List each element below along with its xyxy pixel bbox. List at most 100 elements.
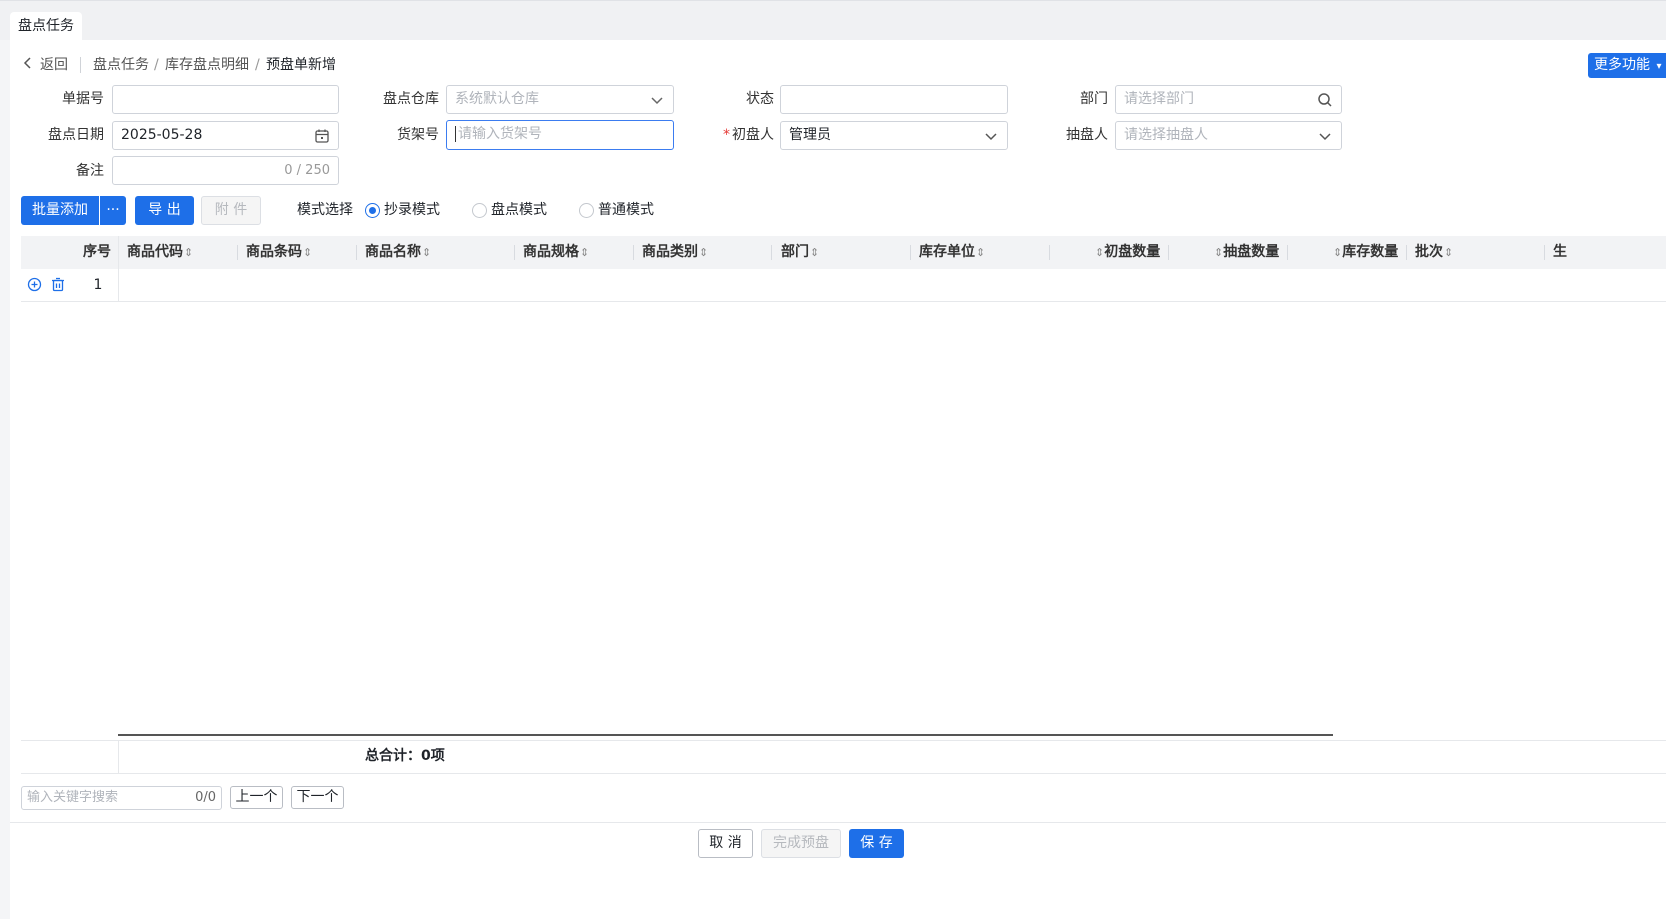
sort-icon[interactable]: ⇕ <box>976 246 985 259</box>
column-header-production[interactable]: 生 <box>1553 236 1567 269</box>
column-divider[interactable] <box>237 245 238 260</box>
status-label: 状态 <box>746 91 774 107</box>
radio-count-mode[interactable] <box>472 203 487 218</box>
warehouse-label: 盘点仓库 <box>383 91 439 107</box>
column-header-stock-unit[interactable]: 库存单位⇕ <box>919 236 985 269</box>
column-divider[interactable] <box>1049 245 1050 260</box>
chevron-left-icon[interactable] <box>22 55 34 71</box>
column-divider[interactable] <box>1168 245 1169 260</box>
radio-normal-mode[interactable] <box>579 203 594 218</box>
department-select[interactable]: 请选择部门 <box>1115 85 1342 114</box>
sort-icon[interactable]: ⇕ <box>1333 246 1342 259</box>
batch-add-more-button[interactable]: ··· <box>100 196 126 225</box>
tab-bar <box>0 0 1666 40</box>
column-header-spot-qty[interactable]: ⇕抽盘数量 <box>1213 236 1279 269</box>
column-header-category[interactable]: 商品类别⇕ <box>642 236 708 269</box>
column-header-first-qty[interactable]: ⇕初盘数量 <box>1094 236 1160 269</box>
column-header-spot-qty-label: 抽盘数量 <box>1223 244 1280 260</box>
column-header-department[interactable]: 部门⇕ <box>781 236 819 269</box>
column-header-barcode[interactable]: 商品条码⇕ <box>246 236 312 269</box>
column-divider[interactable] <box>633 245 634 260</box>
remark-counter: 0 / 250 <box>284 163 330 178</box>
column-divider <box>118 236 119 302</box>
keyword-search-input[interactable]: 输入关键字搜索 0/0 <box>21 786 222 810</box>
warehouse-placeholder: 系统默认仓库 <box>455 91 539 107</box>
column-header-stock-qty-label: 库存数量 <box>1342 244 1399 260</box>
cancel-button[interactable]: 取 消 <box>698 829 753 858</box>
radio-transcribe-mode[interactable] <box>365 203 380 218</box>
sort-icon[interactable]: ⇕ <box>1444 246 1453 259</box>
tab-inventory-task[interactable]: 盘点任务 <box>10 12 82 40</box>
shelf-input[interactable]: 请输入货架号 <box>446 120 674 150</box>
prev-match-button[interactable]: 上一个 <box>230 786 283 809</box>
first-counter-value: 管理员 <box>789 127 831 143</box>
column-divider[interactable] <box>1406 245 1407 260</box>
date-picker[interactable]: 2025-05-28 <box>112 121 339 150</box>
breadcrumb-separator: / <box>154 57 159 73</box>
status-input[interactable] <box>780 85 1008 114</box>
footer-divider <box>10 822 1666 823</box>
column-header-product-name-label: 商品名称 <box>365 244 421 260</box>
column-header-stock-qty[interactable]: ⇕库存数量 <box>1332 236 1398 269</box>
column-divider[interactable] <box>1287 245 1288 260</box>
sort-icon[interactable]: ⇕ <box>699 246 708 259</box>
column-divider <box>118 740 119 773</box>
row-index: 1 <box>93 277 103 293</box>
spot-checker-select[interactable]: 请选择抽盘人 <box>1115 121 1342 150</box>
first-counter-label: * 初盘人 <box>705 124 774 146</box>
warehouse-select[interactable]: 系统默认仓库 <box>446 85 674 114</box>
save-button[interactable]: 保 存 <box>849 829 904 858</box>
breadcrumb-item-detail[interactable]: 库存盘点明细 <box>165 54 249 76</box>
sort-icon[interactable]: ⇕ <box>1214 246 1223 259</box>
sort-icon[interactable]: ⇕ <box>422 246 431 259</box>
column-divider[interactable] <box>1544 245 1545 260</box>
remark-input[interactable]: 0 / 250 <box>112 156 339 185</box>
chevron-down-icon <box>651 97 663 105</box>
doc-no-input[interactable] <box>112 85 339 114</box>
finish-precount-button[interactable]: 完成预盘 <box>761 829 841 858</box>
sort-icon[interactable]: ⇕ <box>1095 246 1104 259</box>
column-header-first-qty-label: 初盘数量 <box>1104 244 1161 260</box>
search-icon[interactable] <box>1317 92 1333 108</box>
column-divider[interactable] <box>356 245 357 260</box>
export-button[interactable]: 导 出 <box>135 196 194 225</box>
more-functions-button[interactable]: 更多功能 ▾ <box>1588 53 1666 78</box>
doc-no-label: 单据号 <box>62 91 104 107</box>
spot-checker-placeholder: 请选择抽盘人 <box>1124 127 1208 143</box>
column-header-batch[interactable]: 批次⇕ <box>1415 236 1453 269</box>
mode-count-label[interactable]: 盘点模式 <box>491 200 547 220</box>
breadcrumb-item-current: 预盘单新增 <box>266 57 336 73</box>
sort-icon[interactable]: ⇕ <box>184 246 193 259</box>
sort-icon[interactable]: ⇕ <box>810 246 819 259</box>
mode-transcribe-label[interactable]: 抄录模式 <box>384 200 440 220</box>
sort-icon[interactable]: ⇕ <box>580 246 589 259</box>
department-placeholder: 请选择部门 <box>1124 91 1194 107</box>
breadcrumb-item-task[interactable]: 盘点任务 <box>93 54 149 76</box>
breadcrumb-separator: / <box>255 57 260 73</box>
batch-add-button[interactable]: 批量添加 <box>21 196 99 225</box>
column-divider[interactable] <box>771 245 772 260</box>
attachment-button[interactable]: 附 件 <box>201 196 261 225</box>
column-header-stock-unit-label: 库存单位 <box>919 244 975 260</box>
department-label: 部门 <box>1080 91 1108 107</box>
back-link[interactable]: 返回 <box>40 54 68 76</box>
date-value: 2025-05-28 <box>121 127 203 143</box>
column-divider[interactable] <box>514 245 515 260</box>
sort-icon[interactable]: ⇕ <box>303 246 312 259</box>
add-row-icon[interactable] <box>27 277 42 292</box>
column-header-spec[interactable]: 商品规格⇕ <box>523 236 589 269</box>
shelf-label: 货架号 <box>397 127 439 143</box>
next-match-button[interactable]: 下一个 <box>291 786 344 809</box>
remark-label: 备注 <box>76 163 104 179</box>
summary-bottom-border <box>21 773 1666 774</box>
delete-row-icon[interactable] <box>51 277 65 292</box>
column-divider[interactable] <box>910 245 911 260</box>
mode-normal-label[interactable]: 普通模式 <box>598 200 654 220</box>
column-header-product-name[interactable]: 商品名称⇕ <box>365 236 431 269</box>
column-header-product-code[interactable]: 商品代码⇕ <box>127 236 193 269</box>
column-header-product-code-label: 商品代码 <box>127 244 183 260</box>
first-counter-select[interactable]: 管理员 <box>780 121 1008 150</box>
keyword-search-placeholder: 输入关键字搜索 <box>27 790 119 805</box>
horizontal-scrollbar[interactable] <box>118 734 1333 736</box>
column-header-spec-label: 商品规格 <box>523 244 579 260</box>
